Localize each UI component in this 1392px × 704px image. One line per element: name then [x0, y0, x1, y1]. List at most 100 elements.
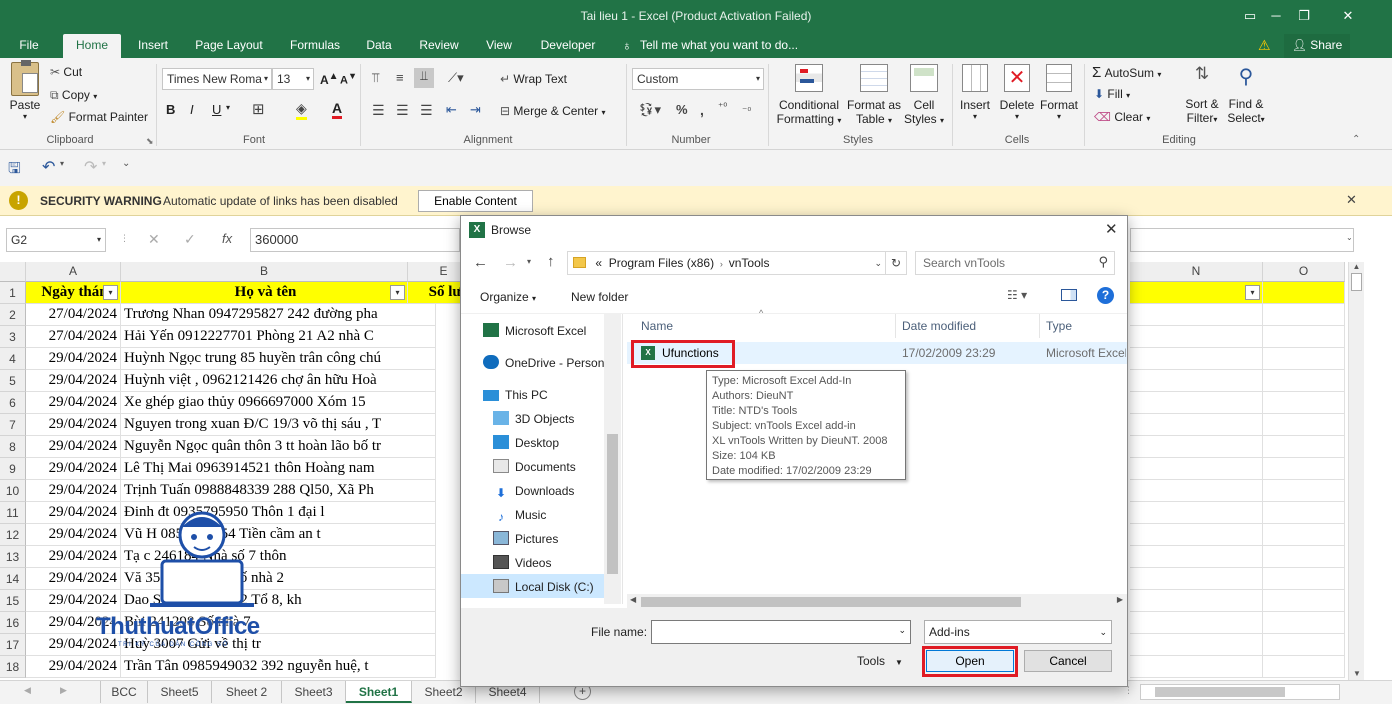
scroll-thumb[interactable] [1351, 273, 1362, 291]
clear-button[interactable]: ⌫ Clear ▾ [1094, 110, 1150, 124]
cell-n[interactable] [1130, 634, 1263, 656]
ribbon-display-icon[interactable]: ▭ [1240, 6, 1260, 26]
font-name-combo[interactable]: Times New Roma ▾ [162, 68, 272, 90]
comma-style-icon[interactable]: , [700, 102, 704, 118]
scroll-left-icon[interactable]: ◀ [24, 685, 31, 696]
row-header[interactable]: 18 [0, 656, 26, 678]
cell-n[interactable] [1130, 524, 1263, 546]
align-right-icon[interactable]: ☰ [420, 102, 433, 119]
cell-n[interactable] [1130, 370, 1263, 392]
preview-pane-icon[interactable] [1061, 289, 1077, 301]
cell-date[interactable]: 29/04/2024 [26, 436, 121, 458]
row-header[interactable]: 13 [0, 546, 26, 568]
path-vntools[interactable]: vnTools [729, 256, 770, 270]
cell-o[interactable] [1263, 370, 1345, 392]
row-header[interactable]: 15 [0, 590, 26, 612]
cell-o[interactable] [1263, 392, 1345, 414]
cell-name-address[interactable]: Trịnh Tuấn 0988848339 288 Ql50, Xã Ph [121, 480, 436, 502]
help-icon[interactable]: ? [1097, 287, 1114, 304]
cell-o[interactable] [1263, 502, 1345, 524]
row-header[interactable]: 5 [0, 370, 26, 392]
tab-file[interactable]: File [10, 34, 48, 58]
cell-name-address[interactable]: Trương Nhan 0947295827 242 đường pha [121, 304, 436, 326]
row-header[interactable]: 2 [0, 304, 26, 326]
header-cell-name[interactable]: Họ và tên ▾ [121, 282, 408, 304]
name-box[interactable]: G2 ▾ [6, 228, 106, 252]
delete-cells-button[interactable]: ✕ Delete ▾ [998, 64, 1036, 121]
nav-scrollbar[interactable] [604, 314, 621, 604]
cell-name-address[interactable]: Huỳnh việt , 0962121426 chợ ân hữu Hoà [121, 370, 436, 392]
tab-view[interactable]: View [478, 34, 520, 58]
close-icon[interactable]: ✕ [1346, 192, 1357, 208]
scroll-down-icon[interactable]: ▼ [1349, 669, 1365, 678]
borders-icon[interactable]: ⊞ [252, 100, 265, 118]
chevron-down-icon[interactable]: ▾ [60, 159, 64, 168]
enter-check-icon[interactable]: ✓ [184, 231, 196, 248]
cell-date[interactable]: 29/04/2024 [26, 392, 121, 414]
format-as-table-button[interactable]: Format as Table ▾ [846, 64, 902, 126]
header-cell-n[interactable]: ▾ [1130, 282, 1263, 304]
column-date[interactable]: Date modified [902, 319, 976, 333]
cell-o[interactable] [1263, 304, 1345, 326]
view-options-icon[interactable]: ☷ ▾ [1007, 288, 1027, 302]
row-header[interactable]: 14 [0, 568, 26, 590]
column-type[interactable]: Type [1046, 319, 1072, 333]
cell-name-address[interactable]: Hải Yến 0912227701 Phòng 21 A2 nhà C [121, 326, 436, 348]
close-icon[interactable]: ✕ [1338, 6, 1358, 26]
header-cell-o[interactable] [1263, 282, 1345, 304]
tools-button[interactable]: Tools ▼ [857, 654, 903, 668]
increase-decimal-icon[interactable]: ⁺⁰ [718, 102, 727, 113]
collapse-ribbon-icon[interactable]: ⌃ [1352, 134, 1360, 145]
refresh-icon[interactable]: ↻ [885, 252, 906, 274]
tab-insert[interactable]: Insert [128, 34, 178, 58]
row-header[interactable]: 9 [0, 458, 26, 480]
cut-button[interactable]: ✂ Cut [50, 65, 82, 79]
chevron-down-icon[interactable]: ⌄ [874, 252, 882, 274]
align-middle-icon[interactable]: ≡ [396, 70, 404, 85]
column-header-o[interactable]: O [1263, 262, 1345, 282]
conditional-formatting-button[interactable]: Conditional Formatting ▾ [776, 64, 842, 126]
sheet-tab-sheet1[interactable]: Sheet1 [346, 681, 412, 703]
font-size-combo[interactable]: 13 ▾ [272, 68, 314, 90]
vertical-scrollbar[interactable]: ▲ ▼ [1348, 262, 1364, 680]
format-cells-button[interactable]: Format ▾ [1038, 64, 1080, 121]
italic-button[interactable]: I [190, 102, 194, 117]
currency-icon[interactable]: 💱︎▾ [638, 102, 661, 118]
row-header[interactable]: 16 [0, 612, 26, 634]
cell-name-address[interactable]: Trần Tân 0985949032 392 nguyễn huệ, t [121, 656, 436, 678]
share-button[interactable]: 👤︎ Share [1284, 34, 1350, 58]
cell-n[interactable] [1130, 348, 1263, 370]
cell-o[interactable] [1263, 524, 1345, 546]
decrease-font-icon[interactable]: A▼ [340, 71, 357, 87]
select-all-corner[interactable] [0, 262, 26, 282]
autosum-button[interactable]: Σ AutoSum ▾ [1092, 64, 1161, 81]
cell-name-address[interactable]: Nguyen trong xuan Đ/C 19/3 võ thị sáu , … [121, 414, 436, 436]
cell-o[interactable] [1263, 414, 1345, 436]
tab-developer[interactable]: Developer [532, 34, 604, 58]
cell-o[interactable] [1263, 656, 1345, 678]
customize-qat-icon[interactable]: ⌄ [122, 158, 130, 169]
cell-n[interactable] [1130, 436, 1263, 458]
fill-button[interactable]: ⬇ Fill ▾ [1094, 87, 1130, 101]
filter-dropdown-icon[interactable]: ▾ [1245, 285, 1260, 300]
formula-input[interactable]: 360000 [250, 228, 460, 252]
cell-n[interactable] [1130, 546, 1263, 568]
merge-center-button[interactable]: ⊟ Merge & Center ▾ [500, 104, 605, 118]
increase-font-icon[interactable]: A▲ [320, 71, 339, 87]
tab-review[interactable]: Review [412, 34, 466, 58]
horizontal-scrollbar[interactable] [1140, 684, 1340, 700]
search-box[interactable]: Search vnTools ⚲ [915, 251, 1115, 275]
formula-input-extension[interactable] [1130, 228, 1354, 252]
paste-button[interactable]: Paste ▾ [8, 60, 42, 121]
sheet-tab-sheet-2[interactable]: Sheet 2 [212, 681, 282, 703]
column-header-n[interactable]: N [1130, 262, 1263, 282]
decrease-indent-icon[interactable]: ⇤ [446, 102, 457, 118]
cell-n[interactable] [1130, 414, 1263, 436]
sheet-tab-sheet5[interactable]: Sheet5 [148, 681, 212, 703]
cell-date[interactable]: 29/04/2024 [26, 370, 121, 392]
scroll-right-icon[interactable]: ▶ [1117, 595, 1123, 604]
cell-o[interactable] [1263, 458, 1345, 480]
sheet-tab-bcc[interactable]: BCC [100, 681, 148, 703]
cell-o[interactable] [1263, 568, 1345, 590]
file-name-input[interactable]: ⌄ [651, 620, 911, 644]
